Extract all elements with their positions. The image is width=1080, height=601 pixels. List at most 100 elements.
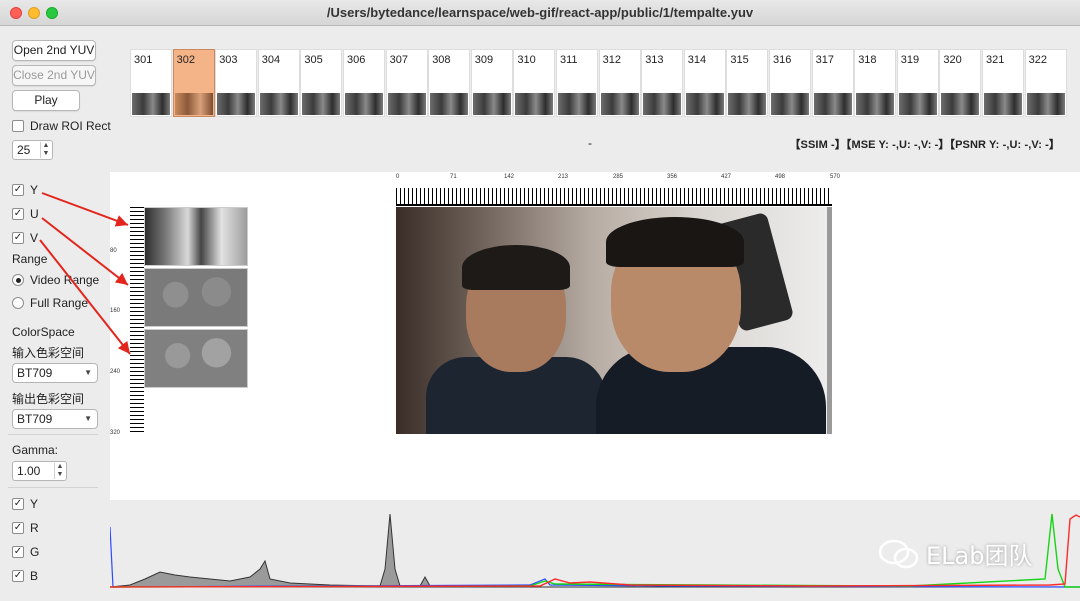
frame-thumbnail[interactable]: 309 — [470, 49, 513, 117]
frame-number: 315 — [730, 54, 749, 66]
hist-r-checkbox[interactable]: ✓ R — [12, 521, 39, 535]
frame-thumbnail[interactable]: 321 — [982, 49, 1024, 117]
frame-number: 314 — [687, 54, 707, 66]
frame-thumbnail-image — [259, 93, 298, 115]
output-colorspace-label: 输出色彩空间 — [12, 392, 85, 406]
checkmark-icon: ✓ — [12, 546, 24, 558]
frame-thumbnail[interactable]: 314 — [683, 49, 726, 117]
frame-thumbnail[interactable]: 306 — [343, 49, 385, 117]
frame-thumbnail-image — [600, 93, 639, 115]
plane-v-checkbox[interactable]: ✓ V — [12, 231, 38, 245]
frame-thumbnail[interactable]: 305 — [300, 49, 343, 117]
frame-thumbnail-image — [217, 93, 256, 115]
frame-thumbnail[interactable]: 318 — [854, 49, 897, 117]
full-range-label: Full Range — [30, 296, 89, 310]
checkmark-icon: ✓ — [12, 570, 24, 582]
frame-thumbnail-image — [685, 93, 724, 115]
v-tick: 160 — [110, 308, 121, 314]
divider — [8, 487, 98, 488]
roi-size-stepper[interactable]: 25 ▲ ▼ — [12, 140, 53, 160]
frame-thumbnail[interactable]: 317 — [811, 49, 854, 117]
frame-number: 301 — [134, 54, 153, 66]
frame-thumbnail[interactable]: 316 — [769, 49, 811, 117]
checkmark-icon: ✓ — [12, 184, 24, 196]
roi-size-value: 25 — [17, 143, 31, 157]
frame-number: 306 — [347, 54, 366, 66]
h-tick: 570 — [830, 174, 841, 180]
checkmark-icon: ✓ — [12, 522, 24, 534]
watermark-brand: ELab团队 — [926, 542, 1033, 570]
h-tick: 427 — [721, 174, 732, 180]
frame-thumbnail-image — [813, 93, 852, 115]
frame-thumbnail[interactable]: 307 — [385, 49, 428, 117]
frame-thumbnail[interactable]: 312 — [598, 49, 641, 117]
frame-thumbnail[interactable]: 302 — [172, 49, 215, 117]
v-plane-preview — [144, 329, 248, 388]
checkmark-icon: ✓ — [12, 498, 24, 510]
open-2nd-yuv-button[interactable]: Open 2nd YUV — [12, 40, 96, 61]
frame-thumbnail-image — [302, 93, 341, 115]
plane-u-label: U — [30, 207, 39, 221]
hist-g-checkbox[interactable]: ✓ G — [12, 545, 39, 559]
frame-thumbnail-image — [856, 93, 895, 115]
frame-thumbnail-image — [174, 93, 213, 115]
vertical-ruler — [130, 207, 144, 435]
h-tick: 213 — [558, 174, 569, 180]
preview-canvas[interactable]: 80 160 240 320 0 71 142 213 285 356 427 … — [110, 172, 1080, 500]
frame-thumbnail[interactable]: 322 — [1024, 49, 1067, 117]
frame-strip[interactable]: 301 302 303 304 305 306 307 308 309 310 311 312 313 3… — [130, 49, 1068, 117]
frame-thumbnail-image — [771, 93, 809, 115]
frame-thumbnail[interactable]: 308 — [428, 49, 471, 117]
wechat-watermark: ELab团队 — [878, 536, 1032, 571]
gamma-stepper[interactable]: 1.00 ▲ ▼ — [12, 461, 67, 481]
frame-thumbnail-image — [345, 93, 383, 115]
frame-thumbnail[interactable]: 310 — [513, 49, 556, 117]
frame-number: 318 — [858, 54, 877, 66]
checkmark-icon: ✓ — [12, 232, 24, 244]
close-2nd-yuv-button[interactable]: Close 2nd YUV — [12, 65, 96, 86]
plane-v-label: V — [30, 231, 39, 245]
chevron-down-icon: ▼ — [84, 368, 92, 377]
frame-thumbnail-image — [643, 93, 682, 115]
frame-thumbnail[interactable]: 319 — [896, 49, 939, 117]
plane-u-checkbox[interactable]: ✓ U — [12, 207, 39, 221]
colorspace-label: ColorSpace — [12, 325, 75, 339]
frame-thumbnail[interactable]: 315 — [726, 49, 769, 117]
plane-y-checkbox[interactable]: ✓ Y — [12, 183, 38, 197]
frame-number: 308 — [432, 54, 451, 66]
frame-thumbnail[interactable]: 303 — [215, 49, 258, 117]
h-tick: 356 — [667, 174, 678, 180]
frame-thumbnail-image — [984, 93, 1022, 115]
frame-thumbnail-image — [132, 93, 170, 115]
status-dash: - — [588, 136, 592, 150]
full-range-radio[interactable]: Full Range — [12, 296, 88, 310]
draw-roi-checkbox[interactable]: Draw ROI Rect — [12, 119, 111, 133]
frame-thumbnail[interactable]: 311 — [556, 49, 598, 117]
frame-thumbnail[interactable]: 304 — [257, 49, 300, 117]
input-colorspace-label: 输入色彩空间 — [12, 346, 85, 360]
frame-thumbnail[interactable]: 313 — [641, 49, 684, 117]
frame-thumbnail-image — [898, 93, 937, 115]
stepper-arrows-icon[interactable]: ▲ ▼ — [54, 463, 65, 479]
frame-thumbnail[interactable]: 301 — [130, 49, 172, 117]
h-tick: 71 — [450, 174, 457, 180]
hist-b-checkbox[interactable]: ✓ B — [12, 569, 38, 583]
h-tick: 142 — [504, 174, 515, 180]
checkbox-unchecked-icon — [12, 120, 24, 132]
hist-y-checkbox[interactable]: ✓ Y — [12, 497, 38, 511]
play-button[interactable]: Play — [12, 90, 80, 111]
v-tick: 80 — [110, 248, 117, 254]
checkmark-icon: ✓ — [12, 208, 24, 220]
input-colorspace-select[interactable]: BT709 ▼ — [12, 363, 98, 383]
horizontal-ruler — [396, 188, 832, 206]
stepper-arrows-icon[interactable]: ▲ ▼ — [40, 142, 51, 158]
frame-number: 322 — [1028, 54, 1047, 66]
output-colorspace-select[interactable]: BT709 ▼ — [12, 409, 98, 429]
frame-thumbnail[interactable]: 320 — [939, 49, 982, 117]
window-titlebar: /Users/bytedance/learnspace/web-gif/reac… — [0, 0, 1080, 26]
range-label: Range — [12, 252, 48, 266]
frame-number: 304 — [261, 54, 281, 66]
frame-thumbnail-image — [941, 93, 980, 115]
video-range-radio[interactable]: Video Range — [12, 273, 99, 287]
frame-number: 317 — [815, 54, 834, 66]
